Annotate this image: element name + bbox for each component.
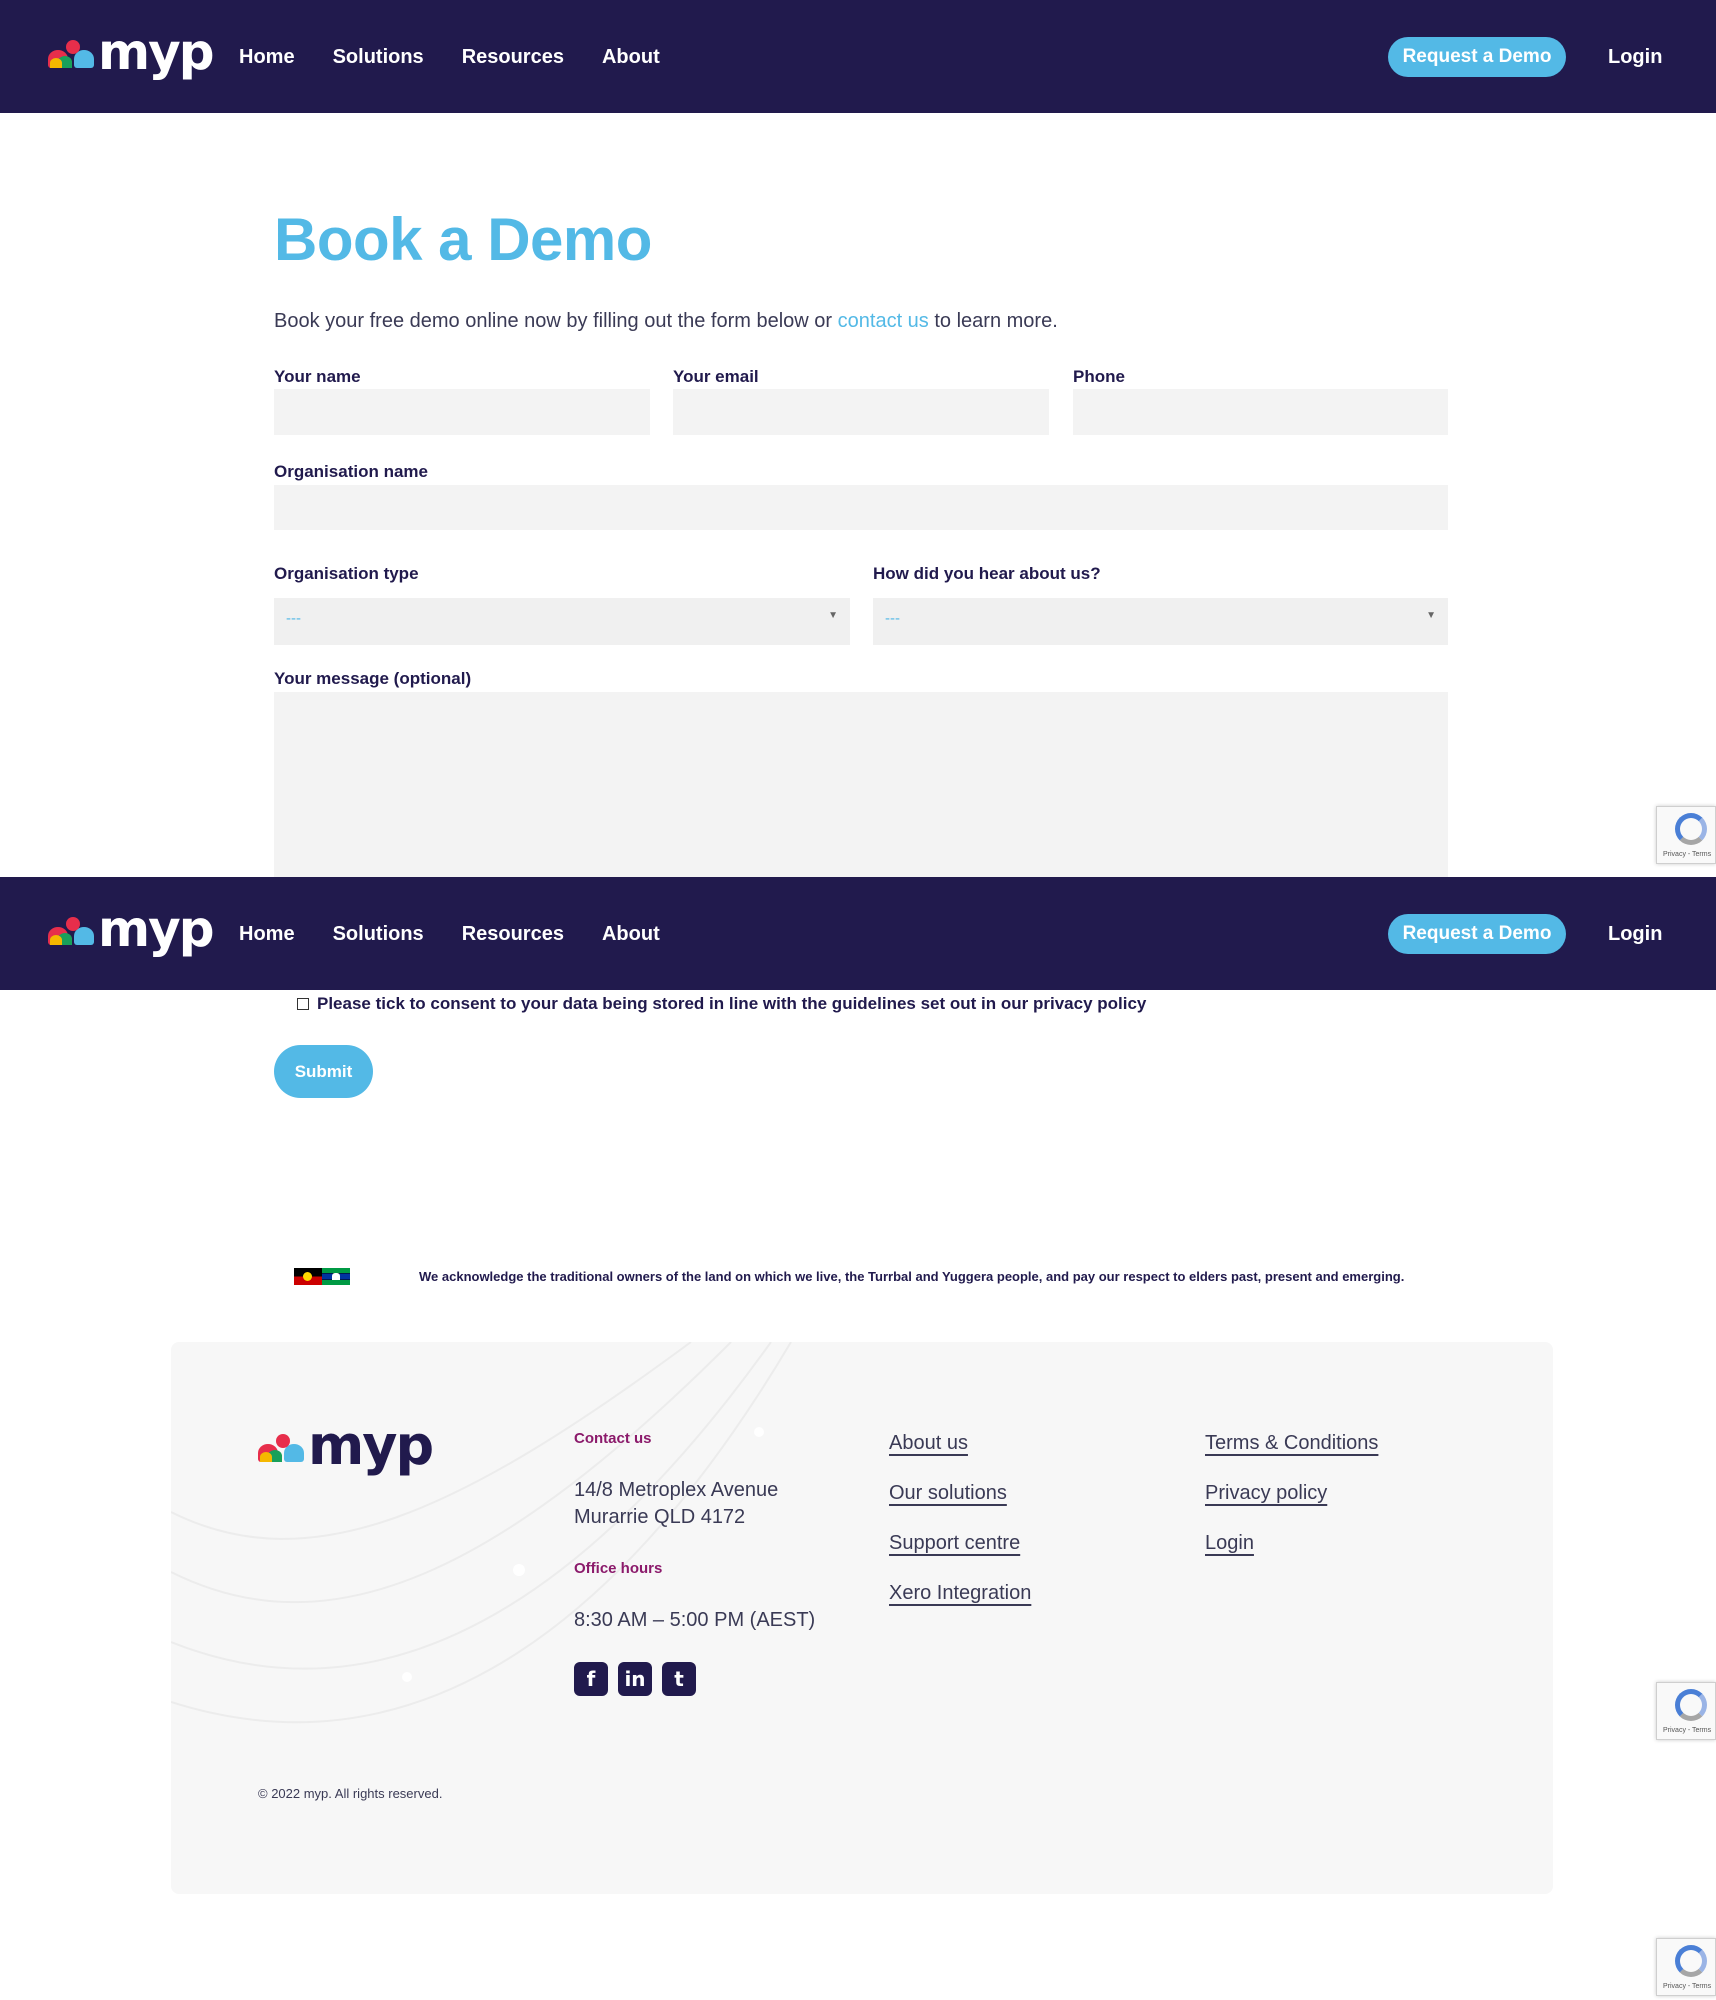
social-links: f in t (574, 1662, 696, 1696)
hear-about-value: --- (885, 610, 900, 627)
login-link[interactable]: Login (1608, 44, 1662, 70)
address-line2: Murarrie QLD 4172 (574, 1506, 746, 1528)
sticky-navbar: myp Home Solutions Resources About Reque… (0, 877, 1716, 990)
aboriginal-flag-icon (294, 1268, 322, 1285)
copyright: © 2022 myp. All rights reserved. (258, 1786, 443, 1801)
footer-terms-link[interactable]: Terms & Conditions (1205, 1430, 1378, 1456)
footer-xero-link[interactable]: Xero Integration (889, 1580, 1031, 1606)
footer-support-link[interactable]: Support centre (889, 1530, 1020, 1556)
footer-logo[interactable]: myp (258, 1414, 434, 1477)
org-type-value: --- (286, 610, 301, 627)
hear-about-label: How did you hear about us? (873, 564, 1101, 583)
recaptcha-icon (1675, 813, 1707, 845)
contact-heading: Contact us (574, 1430, 652, 1447)
consent-row: Please tick to consent to your data bein… (297, 993, 1146, 1015)
myp-logo[interactable]: myp (48, 900, 214, 958)
hear-about-select[interactable]: --- ▼ (873, 598, 1448, 645)
logo-text: myp (98, 900, 214, 958)
linkedin-icon[interactable]: in (618, 1662, 652, 1696)
footer-privacy-link[interactable]: Privacy policy (1205, 1480, 1327, 1506)
footer-solutions-link[interactable]: Our solutions (889, 1480, 1007, 1506)
recaptcha-icon (1675, 1945, 1707, 1977)
page-title: Book a Demo (274, 206, 652, 273)
nav-solutions[interactable]: Solutions (333, 44, 424, 70)
consent-checkbox[interactable] (297, 998, 309, 1010)
top-navbar: myp Home Solutions Resources About Reque… (0, 0, 1716, 113)
name-label: Your name (274, 367, 361, 386)
org-name-label: Organisation name (274, 462, 428, 481)
footer: myp Contact us 14/8 Metroplex Avenue Mur… (171, 1342, 1553, 1894)
nav-resources[interactable]: Resources (462, 44, 564, 70)
hours-heading: Office hours (574, 1560, 663, 1577)
recaptcha-badge[interactable]: Privacy - Terms (1656, 1938, 1716, 1996)
nav-links: Home Solutions Resources About (239, 44, 698, 70)
footer-about-link[interactable]: About us (889, 1430, 968, 1456)
logo-mark-icon (258, 1434, 304, 1462)
request-demo-button[interactable]: Request a Demo (1388, 37, 1566, 77)
logo-text: myp (98, 23, 214, 81)
message-label: Your message (optional) (274, 669, 472, 688)
acknowledgement-text: We acknowledge the traditional owners of… (419, 1269, 1405, 1284)
logo-mark-icon (48, 40, 94, 68)
nav-resources[interactable]: Resources (462, 921, 564, 947)
phone-input[interactable] (1073, 389, 1448, 435)
submit-button[interactable]: Submit (274, 1045, 373, 1098)
recaptcha-text: Privacy - Terms (1663, 1727, 1712, 1734)
office-hours: 8:30 AM – 5:00 PM (AEST) (574, 1609, 816, 1631)
nav-solutions[interactable]: Solutions (333, 921, 424, 947)
nav-home[interactable]: Home (239, 44, 295, 70)
org-type-label: Organisation type (274, 564, 419, 583)
org-name-input[interactable] (274, 485, 1448, 530)
org-type-select[interactable]: --- ▼ (274, 598, 850, 645)
consent-text: Please tick to consent to your data bein… (317, 994, 1147, 1013)
flags (294, 1268, 350, 1285)
email-input[interactable] (673, 389, 1049, 435)
recaptcha-text: Privacy - Terms (1663, 851, 1712, 858)
recaptcha-badge[interactable]: Privacy - Terms (1656, 1682, 1716, 1740)
intro-text-end: to learn more. (928, 310, 1058, 332)
logo-mark-icon (48, 917, 94, 945)
phone-label: Phone (1073, 367, 1125, 386)
contact-us-link[interactable]: contact us (838, 310, 929, 332)
recaptcha-icon (1675, 1689, 1707, 1721)
nav-about[interactable]: About (602, 921, 660, 947)
chevron-down-icon: ▼ (1426, 610, 1436, 621)
login-link[interactable]: Login (1608, 921, 1662, 947)
email-label: Your email (673, 367, 759, 386)
torres-strait-flag-icon (322, 1268, 350, 1285)
recaptcha-badge[interactable]: Privacy - Terms (1656, 806, 1716, 864)
name-input[interactable] (274, 389, 650, 435)
intro-text-start: Book your free demo online now by fillin… (274, 310, 838, 332)
address-line1: 14/8 Metroplex Avenue (574, 1479, 779, 1501)
intro-text: Book your free demo online now by fillin… (274, 308, 1058, 334)
facebook-icon[interactable]: f (574, 1662, 608, 1696)
request-demo-button[interactable]: Request a Demo (1388, 914, 1566, 954)
nav-links: Home Solutions Resources About (239, 921, 698, 947)
twitter-icon[interactable]: t (662, 1662, 696, 1696)
myp-logo[interactable]: myp (48, 23, 214, 81)
footer-login-link[interactable]: Login (1205, 1530, 1254, 1556)
footer-logo-text: myp (308, 1414, 434, 1477)
nav-home[interactable]: Home (239, 921, 295, 947)
nav-about[interactable]: About (602, 44, 660, 70)
message-textarea[interactable] (274, 692, 1448, 877)
chevron-down-icon: ▼ (828, 610, 838, 621)
recaptcha-text: Privacy - Terms (1663, 1983, 1712, 1990)
